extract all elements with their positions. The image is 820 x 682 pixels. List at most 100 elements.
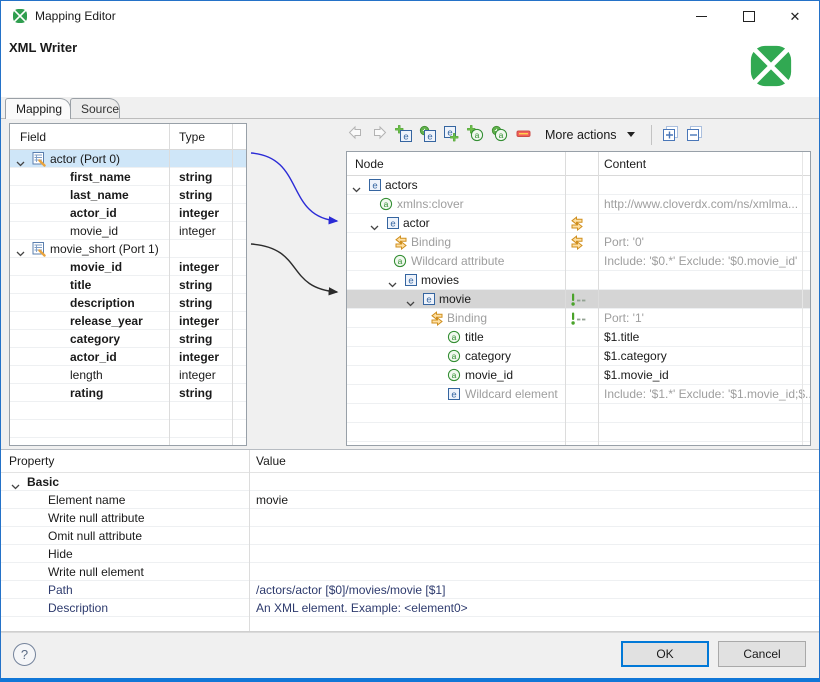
property-row-description[interactable]: Description An XML element. Example: <ele…: [1, 599, 819, 617]
node-label: actor: [403, 216, 430, 230]
property-value: /actors/actor [$0]/movies/movie [$1]: [256, 583, 445, 597]
redo-button[interactable]: [371, 126, 388, 143]
table-row[interactable]: actor (Port 0): [10, 150, 246, 168]
mapping-editor-dialog: Mapping Editor ✕ XML Writer Mapping Sour…: [0, 0, 820, 682]
remove-button[interactable]: [515, 126, 532, 143]
maximize-icon: [743, 11, 755, 22]
node-content: http://www.cloverdx.com/ns/xmlma...: [604, 197, 798, 211]
add-child-element-icon: e: [443, 125, 460, 145]
close-button[interactable]: ✕: [778, 5, 812, 27]
attribute-icon: a: [447, 368, 461, 385]
help-button[interactable]: ?: [13, 643, 36, 666]
property-value: movie: [256, 493, 288, 507]
column-header-property: Property: [9, 454, 54, 468]
node-content: $1.category: [604, 349, 667, 363]
property-value: An XML element. Example: <element0>: [256, 601, 468, 615]
tree-row-movies[interactable]: emovies: [347, 271, 810, 290]
add-attribute-button[interactable]: a: [467, 126, 484, 143]
svg-text:a: a: [384, 199, 389, 209]
chevron-down-icon[interactable]: [406, 296, 415, 310]
tree-row-binding[interactable]: Binding Port: '0': [347, 233, 810, 252]
tree-row-wildcard-element[interactable]: eWildcard elementInclude: '$1.*' Exclude…: [347, 385, 810, 404]
svg-text:a: a: [452, 370, 457, 380]
table-row[interactable]: ratingstring: [10, 384, 246, 402]
table-row[interactable]: titlestring: [10, 276, 246, 294]
property-table-header: Property Value: [1, 450, 819, 473]
node-content: Port: '0': [604, 235, 644, 249]
tab-mapping[interactable]: Mapping: [5, 98, 71, 119]
field-type: integer: [179, 224, 216, 238]
field-name: release_year: [70, 314, 143, 328]
table-row[interactable]: lengthinteger: [10, 366, 246, 384]
tree-row-title[interactable]: atitle$1.title: [347, 328, 810, 347]
table-row[interactable]: categorystring: [10, 330, 246, 348]
expand-all-button[interactable]: [662, 126, 679, 143]
node-content: Port: '1': [604, 311, 644, 325]
node-label: movie: [439, 292, 471, 306]
more-actions-button[interactable]: More actions: [545, 128, 635, 142]
table-row[interactable]: actor_idinteger: [10, 204, 246, 222]
property-name: Description: [48, 601, 108, 615]
tree-row-binding[interactable]: BindingPort: '1': [347, 309, 810, 328]
attribute-icon: a: [393, 254, 407, 271]
insert-element-button[interactable]: e: [419, 126, 436, 143]
tab-source[interactable]: Source: [70, 98, 120, 118]
table-row[interactable]: actor_idinteger: [10, 348, 246, 366]
add-child-element-button[interactable]: e: [443, 126, 460, 143]
chevron-down-icon[interactable]: [370, 220, 379, 234]
cancel-button[interactable]: Cancel: [718, 641, 806, 667]
property-row-path[interactable]: Path/actors/actor [$0]/movies/movie [$1]: [1, 581, 819, 599]
clover-app-icon: [12, 8, 28, 24]
empty-row: [347, 423, 810, 442]
table-row[interactable]: descriptionstring: [10, 294, 246, 312]
svg-text:e: e: [451, 390, 456, 401]
insert-element-icon: e: [419, 125, 436, 145]
scrollbar-track[interactable]: [802, 152, 803, 445]
column-divider: [232, 124, 233, 445]
field-name: first_name: [70, 170, 131, 184]
minimize-button[interactable]: [684, 5, 718, 27]
svg-text:a: a: [499, 130, 504, 140]
ok-button[interactable]: OK: [621, 641, 709, 667]
insert-attribute-button[interactable]: a: [491, 126, 508, 143]
table-row[interactable]: first_namestring: [10, 168, 246, 186]
tree-row-wildcard-attribute[interactable]: aWildcard attributeInclude: '$0.*' Exclu…: [347, 252, 810, 271]
chevron-down-icon[interactable]: [388, 277, 397, 291]
property-row-write-null-attribute[interactable]: Write null attribute: [1, 509, 819, 527]
table-row[interactable]: last_namestring: [10, 186, 246, 204]
property-row-basic[interactable]: Basic: [1, 473, 819, 491]
maximize-button[interactable]: [732, 5, 766, 27]
table-row[interactable]: release_yearinteger: [10, 312, 246, 330]
binding-green-icon: [569, 292, 587, 310]
tree-row-actors[interactable]: eactors: [347, 176, 810, 195]
add-element-before-button[interactable]: e: [395, 126, 412, 143]
svg-text:e: e: [403, 131, 408, 142]
tree-row-actor[interactable]: eactor: [347, 214, 810, 233]
chevron-down-icon[interactable]: [352, 182, 361, 196]
tree-row-xmlns-clover[interactable]: axmlns:cloverhttp://www.cloverdx.com/ns/…: [347, 195, 810, 214]
binding-icon: [429, 311, 445, 329]
collapse-all-button[interactable]: [686, 126, 703, 143]
node-label: Wildcard attribute: [411, 254, 504, 268]
property-row-omit-null-attribute[interactable]: Omit null attribute: [1, 527, 819, 545]
undo-button[interactable]: [347, 126, 364, 143]
field-type: integer: [179, 368, 216, 382]
empty-row: [1, 617, 819, 632]
tree-row-category[interactable]: acategory$1.category: [347, 347, 810, 366]
ok-button-label: OK: [656, 647, 673, 661]
property-name: Write null attribute: [48, 511, 145, 525]
tree-row-movie-id[interactable]: amovie_id$1.movie_id: [347, 366, 810, 385]
table-row[interactable]: movie_idinteger: [10, 258, 246, 276]
table-row[interactable]: movie_short (Port 1): [10, 240, 246, 258]
property-row-hide[interactable]: Hide: [1, 545, 819, 563]
field-type: integer: [179, 260, 219, 274]
node-label: Binding: [411, 235, 451, 249]
field-table-header: Field Type: [10, 124, 246, 150]
table-row[interactable]: movie_idinteger: [10, 222, 246, 240]
empty-row: [10, 402, 246, 420]
property-row-write-null-element[interactable]: Write null element: [1, 563, 819, 581]
property-row-element-name[interactable]: Element namemovie: [1, 491, 819, 509]
column-divider: [249, 450, 250, 631]
node-content: $1.title: [604, 330, 639, 344]
tree-row-movie[interactable]: emovie: [347, 290, 810, 309]
